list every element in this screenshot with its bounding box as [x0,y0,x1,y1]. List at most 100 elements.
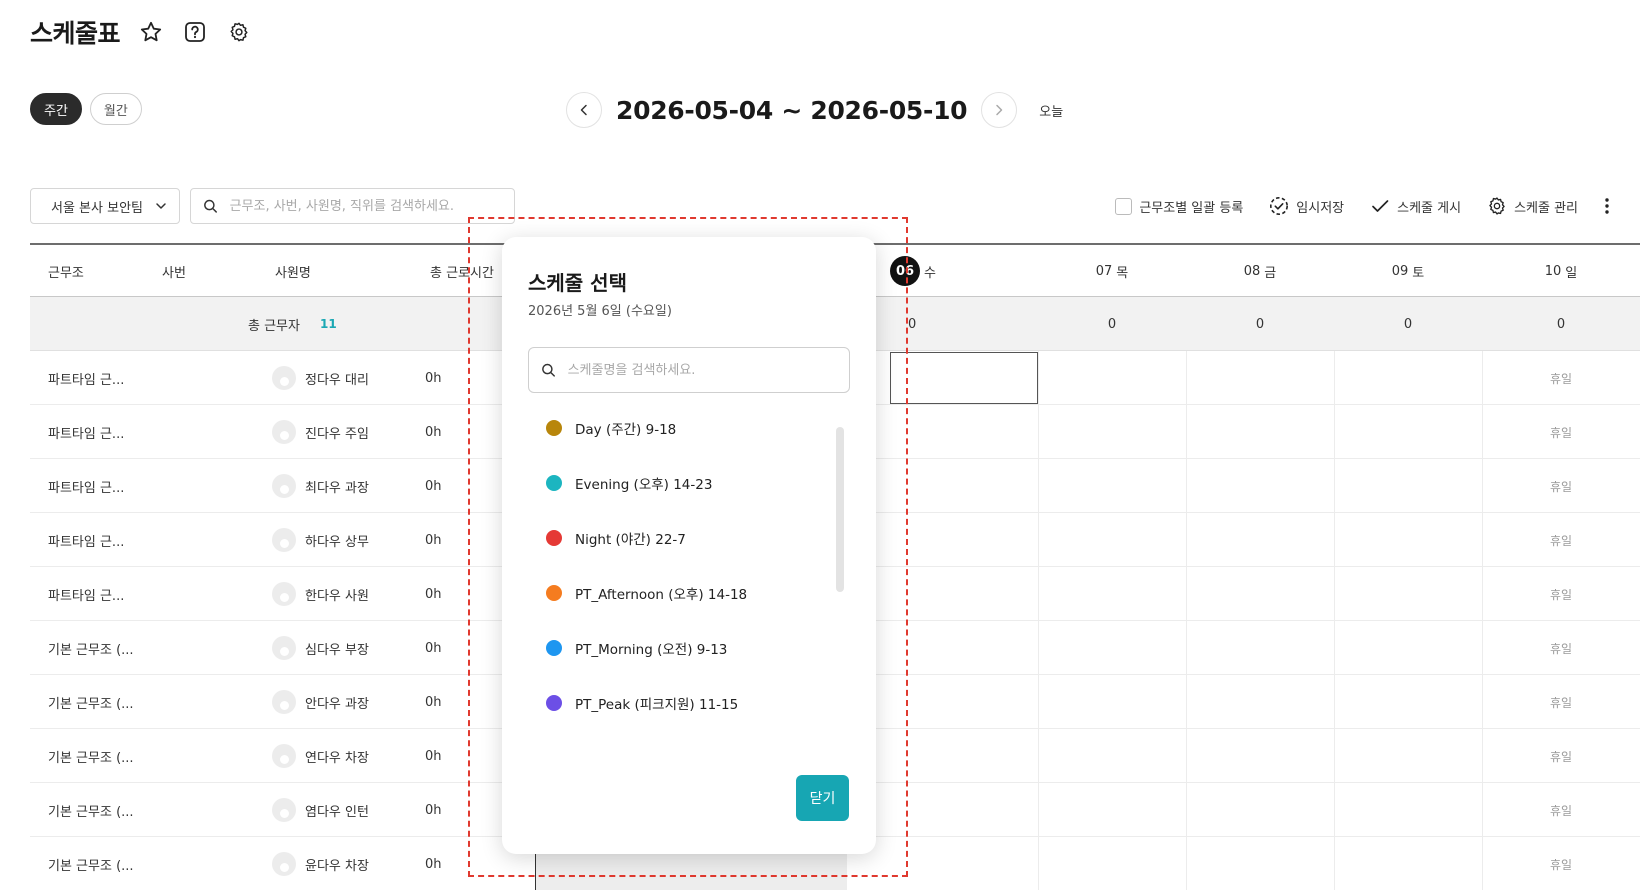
day-header-06[interactable]: 06 수 [890,245,1038,297]
schedule-cell[interactable] [1334,513,1482,567]
schedule-cell[interactable] [1038,729,1186,783]
schedule-cell[interactable] [1186,513,1334,567]
schedule-cell[interactable] [1038,621,1186,675]
schedule-cell[interactable] [1334,729,1482,783]
schedule-cell[interactable] [1038,351,1186,405]
schedule-cell[interactable] [890,675,1038,729]
schedule-cell[interactable] [1186,459,1334,513]
holiday-cell[interactable]: 휴일 [1482,459,1640,513]
temp-save-button[interactable]: 임시저장 [1269,196,1344,216]
schedule-cell[interactable] [1038,405,1186,459]
row-group: 기본 근무조 (... [48,696,134,712]
bulk-register-checkbox[interactable] [1115,197,1133,215]
total-workers-label: 총 근무자 [248,318,300,334]
schedule-cell[interactable] [1334,837,1482,890]
schedule-cell[interactable] [1334,459,1482,513]
holiday-cell[interactable]: 휴일 [1482,675,1640,729]
schedule-option[interactable]: PT_Morning (오전) 9-13 [528,620,828,675]
publish-button[interactable]: 스케줄 게시 [1370,196,1461,216]
row-employee-name: 심다우 부장 [305,642,369,658]
close-button[interactable]: 닫기 [796,775,849,821]
selected-schedule-cell[interactable] [890,352,1038,404]
schedule-cell[interactable] [1038,783,1186,837]
row-group: 기본 근무조 (... [48,642,134,658]
schedule-cell[interactable] [1186,729,1334,783]
schedule-cell[interactable] [1334,621,1482,675]
publish-label: 스케줄 게시 [1397,200,1462,216]
schedule-color-dot [546,474,562,491]
schedule-cell[interactable] [1186,837,1334,890]
day-header-09[interactable]: 09 토 [1334,245,1482,297]
schedule-cell[interactable] [890,567,1038,621]
schedule-cell[interactable] [1186,351,1334,405]
monthly-toggle-button[interactable]: 월간 [89,93,142,125]
row-employee: 진다우 주임 [272,405,369,459]
schedule-cell[interactable] [1334,675,1482,729]
search-icon [542,363,555,377]
scrollbar[interactable] [836,427,844,592]
schedule-cell[interactable] [1186,783,1334,837]
gear-icon[interactable] [226,19,252,45]
schedule-cell[interactable] [890,837,1038,890]
team-select-label: 서울 본사 보안팀 [51,200,143,216]
day-header-07[interactable]: 07 목 [1038,245,1186,297]
schedule-cell[interactable] [1186,621,1334,675]
holiday-cell[interactable]: 휴일 [1482,567,1640,621]
chevron-down-icon [156,203,166,209]
schedule-cell[interactable] [1038,513,1186,567]
schedule-cell[interactable] [1334,567,1482,621]
holiday-cell[interactable]: 휴일 [1482,405,1640,459]
schedule-option[interactable]: Night (야간) 22-7 [528,510,828,565]
holiday-cell[interactable]: 휴일 [1482,621,1640,675]
help-icon[interactable] [182,19,208,45]
next-week-button[interactable] [981,92,1018,128]
schedule-option[interactable]: PT_Peak (피크지원) 11-15 [528,675,828,730]
schedule-cell[interactable] [1038,459,1186,513]
holiday-cell[interactable]: 휴일 [1482,351,1640,405]
today-button[interactable]: 오늘 [1039,101,1063,120]
row-total-hours: 0h [425,370,442,386]
schedule-cell[interactable] [1186,675,1334,729]
total-workers-count: 11 [319,317,337,331]
schedule-cell[interactable] [1334,351,1482,405]
schedule-cell[interactable] [1186,567,1334,621]
more-options-button[interactable] [1604,196,1610,216]
schedule-cell[interactable] [890,459,1038,513]
more-vertical-icon [1605,198,1609,214]
holiday-cell[interactable]: 휴일 [1482,837,1640,890]
schedule-cell[interactable] [890,513,1038,567]
schedule-search-input[interactable] [567,362,837,378]
row-employee-name: 윤다우 차장 [305,858,369,874]
toolbar-actions: 근무조별 일괄 등록 임시저장 스케줄 게시 스케줄 관리 [1115,188,1610,224]
day-header-num: 09 [1391,263,1409,279]
prev-week-button[interactable] [566,92,602,128]
holiday-cell[interactable]: 휴일 [1482,513,1640,567]
schedule-cell[interactable] [890,783,1038,837]
row-employee: 한다우 사원 [272,567,369,621]
schedule-option[interactable]: PT_Afternoon (오후) 14-18 [528,565,828,620]
weekly-toggle-button[interactable]: 주간 [30,93,82,125]
schedule-cell[interactable] [1334,783,1482,837]
schedule-color-dot [546,639,562,656]
schedule-cell[interactable] [1186,405,1334,459]
star-icon[interactable] [138,19,164,45]
bulk-register-toggle[interactable]: 근무조별 일괄 등록 [1115,197,1243,216]
day-header-10[interactable]: 10 일 [1482,245,1640,297]
schedule-option[interactable]: Evening (오후) 14-23 [528,455,828,510]
schedule-cell[interactable] [890,729,1038,783]
holiday-cell[interactable]: 휴일 [1482,729,1640,783]
schedule-cell[interactable] [890,621,1038,675]
holiday-cell[interactable]: 휴일 [1482,783,1640,837]
employee-search-input[interactable] [229,198,502,214]
day-header-08[interactable]: 08 금 [1186,245,1334,297]
schedule-cell[interactable] [1038,567,1186,621]
manage-button[interactable]: 스케줄 관리 [1487,196,1578,216]
schedule-cell[interactable] [890,405,1038,459]
page-title: 스케줄표 [30,19,121,48]
schedule-cell[interactable] [1038,837,1186,890]
manage-label: 스케줄 관리 [1514,200,1578,216]
schedule-option[interactable]: Day (주간) 9-18 [528,400,828,455]
schedule-cell[interactable] [1038,675,1186,729]
schedule-cell[interactable] [1334,405,1482,459]
team-select[interactable]: 서울 본사 보안팀 [30,188,180,224]
